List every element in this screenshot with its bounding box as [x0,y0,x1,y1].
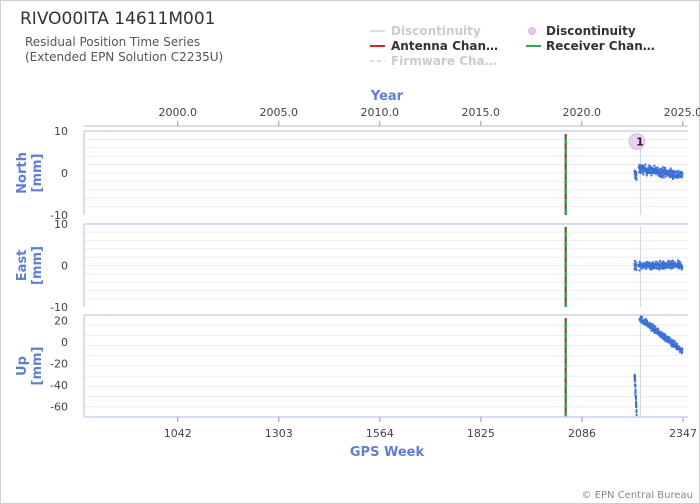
top-tick-label: 2010.0 [361,106,400,119]
data-point [669,167,672,170]
legend-label: Discontinuity [546,24,636,38]
y-axis-unit: [mm] [30,154,45,193]
data-point [635,406,638,409]
x-tick-label: 2086 [568,427,596,440]
data-point [635,178,638,181]
top-tick-label: 2000.0 [158,106,197,119]
bottom-axis: 1042 1303 1564 1825 2086 2347 [84,416,697,440]
data-point [635,396,638,399]
data-point [669,260,672,263]
legend-label: Receiver Chan… [546,39,655,53]
data-point [675,342,678,345]
data-point [634,379,637,382]
data-point [634,391,637,394]
data-point [635,409,638,412]
y-tick-label: 0 [61,336,68,349]
data-point [635,264,638,267]
discontinuity-marker-label: 1 [636,136,644,149]
panel-north: 100-10North [mm]1 [15,125,688,222]
y-tick-label: 0 [61,167,68,180]
legend-item-antenna-change[interactable]: Antenna Chan… [370,39,498,53]
bottom-axis-title: GPS Week [350,445,425,460]
data-point [645,174,648,177]
data-point [658,268,661,271]
data-point [634,385,637,388]
credit-text: © EPN Central Bureau [582,490,693,501]
top-tick-label: 2025.0 [664,106,700,119]
data-point [635,411,638,414]
legend: Discontinuity Discontinuity Antenna Chan… [370,24,655,68]
x-tick-label: 1303 [265,427,293,440]
data-point [681,351,684,354]
y-axis-title: Up [15,356,30,376]
y-tick-label: -20 [50,357,68,370]
y-axis-title: North [15,152,30,194]
data-point [644,163,647,166]
data-point [681,172,684,175]
x-tick-label: 1564 [366,427,394,440]
y-tick-label: -60 [50,400,68,413]
x-tick-label: 1042 [164,427,192,440]
data-point [653,164,656,167]
top-axis: 2000.0 2005.0 2010.0 2015.0 2020.0 2025.0 [84,106,700,127]
top-tick-label: 2020.0 [563,106,602,119]
y-axis-unit: [mm] [30,246,45,285]
y-tick-label: 20 [54,314,68,327]
top-tick-label: 2015.0 [462,106,501,119]
data-point [650,174,653,177]
data-point [635,171,638,174]
legend-label: Discontinuity [391,24,481,38]
chart-title: RIVO00ITA 14611M001 [20,9,215,29]
legend-item-receiver-change[interactable]: Receiver Chan… [526,39,655,53]
data-point [635,174,638,177]
data-point [634,376,637,379]
legend-label: Firmware Cha… [391,54,497,68]
data-point [661,166,664,169]
legend-label: Antenna Chan… [391,39,498,53]
y-tick-label: -40 [50,379,68,392]
data-point [635,402,638,405]
data-point [654,325,657,328]
data-point [681,267,684,270]
y-axis-title: East [15,250,30,282]
data-point [681,175,684,178]
data-point [672,177,675,180]
data-point [658,260,661,263]
legend-item-firmware-change[interactable]: Firmware Cha… [370,54,497,68]
panel-east: 10 0 -10 East [mm] [15,218,688,314]
legend-item-discontinuity-marker[interactable]: Discontinuity [528,24,636,38]
y-tick-label: 0 [61,260,68,273]
top-tick-label: 2005.0 [259,106,298,119]
y-axis-unit: [mm] [30,347,45,386]
y-tick-label: 10 [54,218,68,231]
data-point [635,414,638,417]
data-point [638,269,641,272]
data-point [642,173,645,176]
top-axis-title: Year [370,89,404,104]
legend-item-discontinuity-line[interactable]: Discontinuity [370,24,481,38]
data-point [677,169,680,172]
data-point [681,348,684,351]
x-tick-label: 1825 [467,427,495,440]
data-point [671,259,674,262]
panel-up: 20 0 -20 -40 -60 Up [mm] [15,314,688,417]
y-tick-label: 10 [54,125,68,138]
data-point [673,339,676,342]
y-tick-label: -10 [50,301,68,314]
chart-subtitle-line2: (Extended EPN Solution C2235U) [25,50,223,64]
plot-panels: 100-10North [mm]1100-10East [mm]200-20-40-… [15,125,688,417]
chart: RIVO00ITA 14611M001 Residual Position Ti… [15,9,700,501]
data-point [635,268,638,271]
x-tick-label: 2347 [669,427,697,440]
chart-subtitle-line1: Residual Position Time Series [25,35,200,49]
